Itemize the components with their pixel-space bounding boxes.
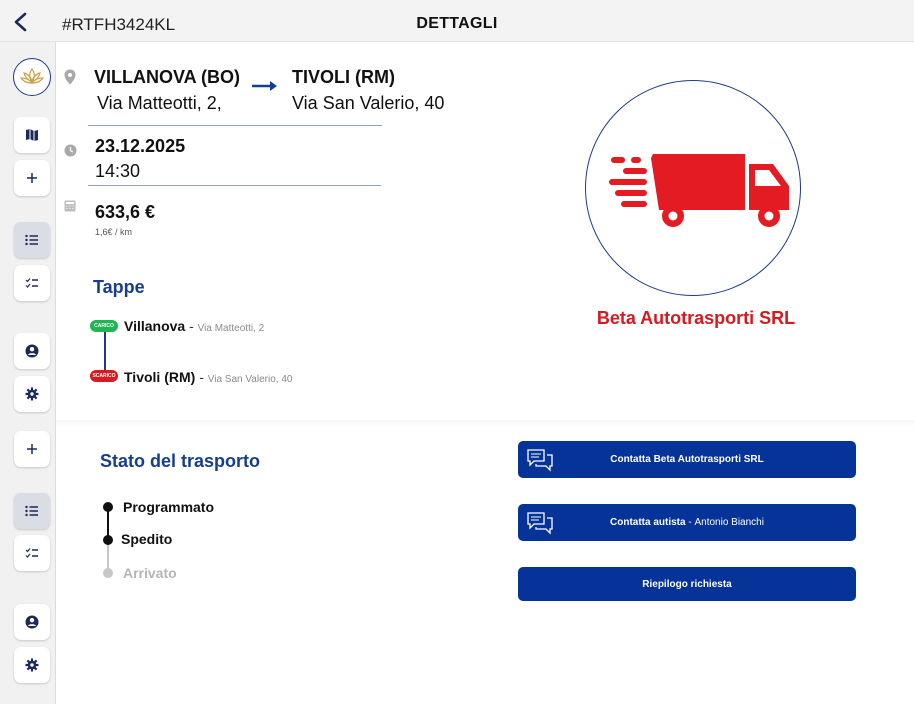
brand-logo[interactable]: [13, 58, 51, 96]
scarico-badge: SCARICO: [90, 370, 118, 382]
map-icon: [26, 129, 38, 141]
contact-driver-separator: -: [685, 517, 695, 528]
stops-title: Tappe: [93, 277, 145, 297]
timeline-dot-pending: [103, 568, 113, 578]
stop-address: Via San Valerio, 40: [207, 374, 293, 385]
contact-company-label: Contatta Beta Autotrasporti SRL: [610, 454, 764, 465]
checklist-icon: [25, 548, 38, 558]
top-bar: #RTFH3424KL DETTAGLI: [0, 0, 914, 42]
calculator-icon: [64, 200, 76, 212]
contact-driver-button[interactable]: Contatta autista - Antonio Bianchi: [518, 504, 856, 541]
pickup-time: 14:30: [95, 161, 141, 181]
page-title: DETTAGLI: [416, 15, 498, 32]
carico-badge: CARICO: [90, 320, 118, 332]
sidebar-profile-button[interactable]: [14, 333, 50, 369]
separator-line: [88, 185, 381, 186]
request-summary-label: Riepilogo richiesta: [642, 578, 732, 590]
list-icon: [25, 505, 38, 517]
sidebar-profile-button-2[interactable]: [14, 604, 50, 640]
origin-city: VILLANOVA (BO): [94, 67, 240, 87]
user-icon: [25, 615, 39, 629]
destination-city: TIVOLI (RM): [292, 67, 395, 87]
stops-connector: [104, 331, 106, 375]
sidebar-checklist-button[interactable]: [14, 265, 50, 301]
driver-name: Antonio Bianchi: [694, 517, 764, 528]
chat-icon: [527, 512, 553, 535]
sidebar-add-button-2[interactable]: [14, 431, 50, 467]
sidebar-settings-button[interactable]: [14, 376, 50, 412]
timeline-dot-done: [103, 502, 113, 512]
origin-address: Via Matteotti, 2,: [97, 93, 222, 113]
stop-city: Villanova: [124, 318, 186, 334]
gear-icon: [25, 387, 39, 401]
stop-separator: -: [189, 318, 194, 334]
sidebar-checklist-button-2[interactable]: [14, 535, 50, 571]
checklist-icon: [25, 278, 38, 288]
sidebar-list-button-2[interactable]: [14, 493, 50, 529]
sidebar-settings-button-2[interactable]: [14, 647, 50, 683]
status-step-spedito: Spedito: [121, 531, 173, 547]
separator-line: [88, 125, 382, 126]
stop-item-delivery: Tivoli (RM) - Via San Valerio, 40: [124, 369, 292, 385]
section-divider: [56, 420, 914, 428]
pickup-date: 23.12.2025: [95, 136, 186, 156]
delivery-truck-icon: [609, 154, 789, 227]
destination-address: Via San Valerio, 40: [292, 93, 445, 113]
plus-icon: [27, 444, 37, 454]
arrow-right-icon: [252, 81, 277, 91]
price-amount: 633,6 €: [95, 202, 156, 222]
contact-company-button[interactable]: Contatta Beta Autotrasporti SRL: [518, 441, 856, 478]
stop-city: Tivoli (RM): [124, 369, 196, 385]
request-summary-button[interactable]: Riepilogo richiesta: [518, 567, 856, 601]
clock-icon: [64, 144, 77, 157]
sidebar-list-button[interactable]: [14, 222, 50, 258]
carrier-name: Beta Autotrasporti SRL: [596, 308, 796, 328]
status-step-programmato: Programmato: [123, 499, 215, 515]
lotus-logo-icon: [19, 67, 45, 84]
location-pin-icon: [64, 69, 76, 85]
status-title: Stato del trasporto: [100, 451, 261, 471]
stop-separator: -: [199, 369, 204, 385]
user-icon: [25, 344, 39, 358]
timeline-dot-done: [103, 535, 113, 545]
list-icon: [25, 234, 38, 246]
chat-icon: [527, 449, 553, 472]
price-per-km: 1,6€ / km: [95, 227, 133, 237]
stop-item-pickup: Villanova - Via Matteotti, 2: [124, 318, 264, 334]
sidebar-map-button[interactable]: [14, 117, 50, 153]
plus-icon: [27, 173, 37, 183]
status-step-arrivato: Arrivato: [123, 565, 177, 581]
gear-icon: [25, 658, 39, 672]
sidebar-add-button[interactable]: [14, 160, 50, 196]
contact-driver-label: Contatta autista: [610, 517, 686, 528]
stop-address: Via Matteotti, 2: [197, 323, 265, 334]
